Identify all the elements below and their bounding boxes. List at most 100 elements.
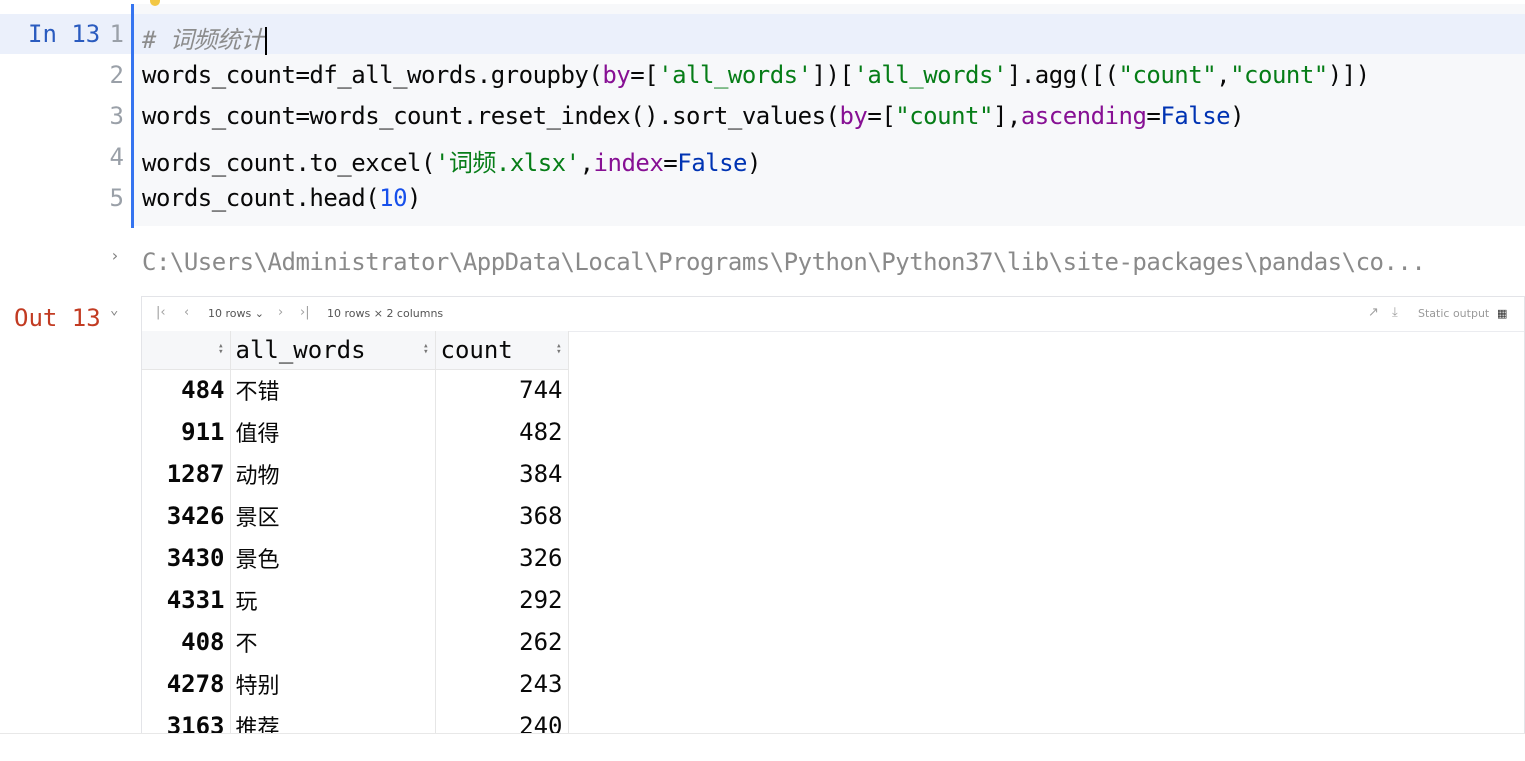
code-keyword-arg: index bbox=[593, 149, 664, 177]
code-string: '词频.xlsx' bbox=[434, 149, 580, 177]
text-caret bbox=[264, 27, 267, 55]
table-row: 911 值得 482 bbox=[142, 411, 569, 453]
cell-count[interactable]: 744 bbox=[435, 369, 569, 411]
dataframe-output-panel: |‹ ‹ 10 rows ⌄ › ›| 10 rows × 2 columns … bbox=[141, 296, 1525, 747]
cell-word[interactable]: 景区 bbox=[230, 495, 436, 537]
code-line-2[interactable]: words_count=df_all_words.groupby(by=['al… bbox=[142, 61, 1370, 89]
code-token: ], bbox=[992, 102, 1021, 130]
code-line-4[interactable]: words_count.to_excel('词频.xlsx',index=Fal… bbox=[142, 143, 761, 178]
row-index: 3426 bbox=[142, 495, 231, 537]
code-token: words_count=df_all_words.groupby( bbox=[142, 61, 603, 89]
code-string: "count" bbox=[1230, 61, 1328, 89]
row-index: 3430 bbox=[142, 537, 231, 579]
cell-count[interactable]: 482 bbox=[435, 411, 569, 453]
sort-icon[interactable]: ▴ ▾ bbox=[556, 342, 561, 357]
sort-icon[interactable]: ▴ ▾ bbox=[423, 342, 428, 357]
chevron-right-icon[interactable]: › bbox=[110, 246, 120, 265]
table-row: 4278 特别 243 bbox=[142, 663, 569, 705]
cell-word[interactable]: 不错 bbox=[230, 369, 436, 411]
code-token: ].agg([( bbox=[1006, 61, 1119, 89]
code-number: 10 bbox=[379, 184, 408, 212]
row-index: 1287 bbox=[142, 453, 231, 495]
column-header-all-words[interactable]: all_words ▴ ▾ bbox=[230, 331, 436, 370]
cell-word[interactable]: 不 bbox=[230, 621, 436, 663]
table-row: 408 不 262 bbox=[142, 621, 569, 663]
sort-icon[interactable]: ▴ ▾ bbox=[218, 342, 223, 357]
cell-word[interactable]: 值得 bbox=[230, 411, 436, 453]
code-token: =[ bbox=[867, 102, 896, 130]
cell-count[interactable]: 368 bbox=[435, 495, 569, 537]
last-page-icon[interactable]: ›| bbox=[300, 305, 310, 320]
column-header-count[interactable]: count ▴ ▾ bbox=[435, 331, 569, 370]
code-token: ) bbox=[407, 184, 421, 212]
line-number: 2 bbox=[109, 61, 124, 89]
code-token: words_count=words_count.reset_index().so… bbox=[142, 102, 840, 130]
code-token: words_count.head( bbox=[142, 184, 380, 212]
cell-output-label: Out 13 bbox=[14, 304, 101, 332]
code-constant: False bbox=[1160, 102, 1231, 130]
cell-count[interactable]: 384 bbox=[435, 453, 569, 495]
chevron-down-icon[interactable]: ⌄ bbox=[110, 302, 118, 318]
row-index: 911 bbox=[142, 411, 231, 453]
code-comment: # 词频统计 bbox=[142, 26, 264, 54]
code-string: "count" bbox=[895, 102, 993, 130]
rows-per-page-select[interactable]: 10 rows ⌄ bbox=[208, 307, 264, 320]
code-line-5[interactable]: words_count.head(10) bbox=[142, 184, 421, 212]
stderr-output[interactable]: C:\Users\Administrator\AppData\Local\Pro… bbox=[142, 248, 1426, 276]
code-token: , bbox=[579, 149, 594, 177]
code-token: ) bbox=[1230, 102, 1245, 130]
cell-count[interactable]: 326 bbox=[435, 537, 569, 579]
code-line-1[interactable]: # 词频统计 bbox=[142, 20, 267, 55]
code-constant: False bbox=[677, 149, 747, 177]
dataframe-toolbar: |‹ ‹ 10 rows ⌄ › ›| 10 rows × 2 columns … bbox=[142, 297, 1524, 332]
table-row: 3426 景区 368 bbox=[142, 495, 569, 537]
column-header-label: all_words bbox=[235, 335, 366, 364]
code-keyword-arg: ascending bbox=[1020, 102, 1147, 130]
row-index: 408 bbox=[142, 621, 231, 663]
table-row: 4331 玩 292 bbox=[142, 579, 569, 621]
cell-selection-bar bbox=[131, 4, 134, 228]
cell-count[interactable]: 292 bbox=[435, 579, 569, 621]
cell-word[interactable]: 动物 bbox=[230, 453, 436, 495]
table-row: 484 不错 744 bbox=[142, 369, 569, 411]
code-token: = bbox=[1146, 102, 1161, 130]
open-in-new-tab-icon[interactable]: ↗ bbox=[1368, 305, 1379, 320]
table-header-row: ▴ ▾ all_words ▴ ▾ count ▴ ▾ bbox=[142, 331, 569, 370]
cell-word[interactable]: 特别 bbox=[230, 663, 436, 705]
static-output-label: Static output bbox=[1418, 307, 1490, 320]
code-token: =[ bbox=[630, 61, 659, 89]
code-string: 'all_words' bbox=[658, 61, 812, 89]
code-token: , bbox=[1216, 61, 1231, 89]
dataframe-table: ▴ ▾ all_words ▴ ▾ count ▴ ▾ 484 不错 744 911 值得 482… bbox=[142, 331, 569, 747]
cell-count[interactable]: 243 bbox=[435, 663, 569, 705]
cell-word[interactable]: 景色 bbox=[230, 537, 436, 579]
horizontal-scrollbar[interactable] bbox=[0, 733, 1525, 761]
table-row: 1287 动物 384 bbox=[142, 453, 569, 495]
cell-count[interactable]: 262 bbox=[435, 621, 569, 663]
cell-input-label: In 13 bbox=[28, 20, 101, 48]
code-token: ) bbox=[747, 149, 761, 177]
row-index: 4331 bbox=[142, 579, 231, 621]
code-keyword-arg: by bbox=[839, 102, 868, 130]
code-token: words_count.to_excel( bbox=[142, 149, 435, 177]
column-header-label: count bbox=[440, 335, 513, 364]
line-number: 1 bbox=[109, 20, 124, 48]
row-index: 484 bbox=[142, 369, 231, 411]
first-page-icon[interactable]: |‹ bbox=[156, 305, 166, 320]
code-token: = bbox=[663, 149, 678, 177]
table-summary: 10 rows × 2 columns bbox=[327, 307, 444, 320]
index-column-header[interactable]: ▴ ▾ bbox=[142, 331, 231, 370]
code-string: "count" bbox=[1118, 61, 1217, 89]
code-keyword-arg: by bbox=[602, 61, 631, 89]
next-page-icon[interactable]: › bbox=[278, 305, 283, 320]
row-index: 4278 bbox=[142, 663, 231, 705]
code-line-3[interactable]: words_count=words_count.reset_index().so… bbox=[142, 102, 1245, 130]
download-icon[interactable]: ⤓ bbox=[1392, 305, 1398, 320]
previous-page-icon[interactable]: ‹ bbox=[184, 305, 189, 320]
chevron-down-icon: ⌄ bbox=[254, 307, 264, 320]
view-mode-icon[interactable]: ▦ bbox=[1497, 307, 1507, 320]
line-number: 5 bbox=[109, 184, 124, 212]
code-token: )]) bbox=[1327, 61, 1370, 89]
code-string: 'all_words' bbox=[853, 61, 1007, 89]
cell-word[interactable]: 玩 bbox=[230, 579, 436, 621]
